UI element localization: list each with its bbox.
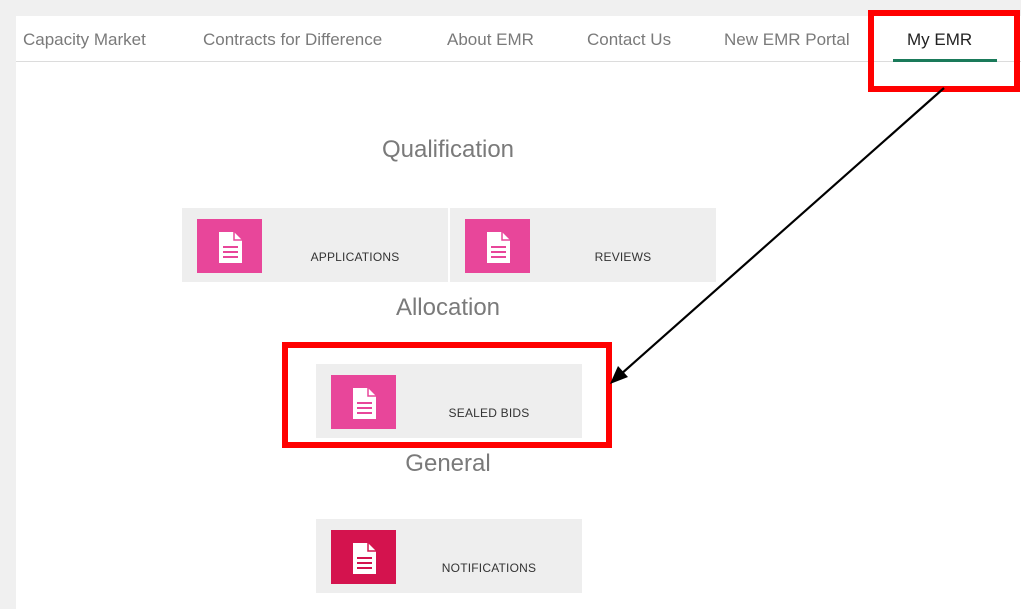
annotation-arrow bbox=[610, 87, 945, 384]
